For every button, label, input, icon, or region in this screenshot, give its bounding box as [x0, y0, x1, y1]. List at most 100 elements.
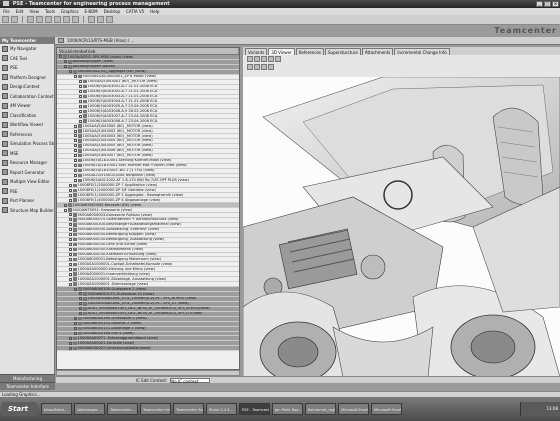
expand-icon[interactable] — [79, 80, 82, 84]
expand-icon[interactable] — [69, 346, 72, 350]
expand-icon[interactable] — [69, 341, 72, 345]
expand-icon[interactable] — [69, 257, 72, 261]
expand-icon[interactable] — [69, 70, 72, 74]
expand-icon[interactable] — [69, 228, 72, 232]
nav-item[interactable]: Structure Map Builder — [0, 206, 54, 216]
expand-icon[interactable] — [74, 134, 77, 138]
nav-section-manufacturing[interactable]: Manufacturing — [0, 374, 55, 382]
nav-item[interactable]: Part Planner — [0, 196, 54, 206]
start-button[interactable]: Start — [2, 402, 39, 416]
expand-icon[interactable] — [79, 292, 82, 296]
shade-icon[interactable] — [247, 64, 253, 70]
expand-icon[interactable] — [69, 277, 72, 281]
expand-icon[interactable] — [74, 331, 77, 335]
pan-icon[interactable] — [254, 56, 260, 62]
rotate-icon[interactable] — [247, 56, 253, 62]
nav-item[interactable]: Platform Designer — [0, 73, 54, 83]
nav-item[interactable]: Multiple View Editor — [0, 177, 54, 187]
expand-icon[interactable] — [79, 297, 82, 301]
expand-icon[interactable] — [79, 302, 82, 306]
nav-item[interactable]: Simulation Process Studio — [0, 139, 54, 149]
expand-icon[interactable] — [74, 178, 77, 182]
expand-icon[interactable] — [79, 104, 82, 108]
taskbar-button[interactable]: Jtsinternet_regist... — [305, 403, 336, 415]
nav-item[interactable]: 4M Viewer — [0, 101, 54, 111]
menu-desktop[interactable]: Desktop — [104, 8, 121, 15]
nav-item[interactable]: PSE — [0, 187, 54, 197]
expand-icon[interactable] — [69, 183, 72, 187]
expand-icon[interactable] — [69, 188, 72, 192]
taskbar-button[interactable]: Teamcenter Sa... — [173, 403, 204, 415]
expand-icon[interactable] — [69, 233, 72, 237]
back-icon[interactable] — [2, 16, 9, 23]
nav-item[interactable]: References — [0, 130, 54, 140]
expand-icon[interactable] — [74, 129, 77, 133]
paste-icon[interactable] — [72, 16, 79, 23]
taskbar-button[interactable]: Volkswagen ... — [74, 403, 105, 415]
expand-icon[interactable] — [79, 109, 82, 113]
nav-item[interactable]: MSE — [0, 149, 54, 159]
expand-icon[interactable] — [74, 322, 77, 326]
expand-icon[interactable] — [79, 90, 82, 94]
expand-icon[interactable] — [69, 248, 72, 252]
wireframe-icon[interactable] — [254, 64, 260, 70]
expand-icon[interactable] — [69, 238, 72, 242]
expand-icon[interactable] — [64, 60, 67, 64]
refresh-icon[interactable] — [97, 16, 104, 23]
expand-icon[interactable] — [74, 169, 77, 173]
nav-section-interface[interactable]: Teamcenter Interface — [0, 382, 55, 390]
open-icon[interactable] — [36, 16, 43, 23]
minimize-button[interactable]: _ — [536, 1, 543, 7]
expand-icon[interactable] — [69, 282, 72, 286]
measure-icon[interactable] — [261, 64, 267, 70]
taskbar-button[interactable]: Microsoft Excel... — [338, 403, 369, 415]
search-icon[interactable] — [88, 16, 95, 23]
tree-row[interactable]: 5000A6000007-Umsetzungsbatter(view) — [57, 346, 239, 352]
expand-icon[interactable] — [64, 203, 67, 207]
menu-edit[interactable]: Edit — [16, 8, 24, 15]
taskbar-button[interactable]: PSE - Teamcent... — [239, 403, 270, 415]
expand-icon[interactable] — [69, 243, 72, 247]
expand-icon[interactable] — [79, 119, 82, 123]
maximize-button[interactable]: □ — [544, 1, 551, 7]
menu-graphics[interactable]: Graphics — [61, 8, 79, 15]
pin-icon[interactable] — [58, 38, 64, 43]
menu-file[interactable]: File — [3, 8, 10, 15]
menu-help[interactable]: Help — [150, 8, 159, 15]
expand-icon[interactable] — [74, 75, 77, 79]
expand-icon[interactable] — [79, 114, 82, 118]
tab-attachments[interactable]: Attachments — [361, 48, 394, 55]
copy-icon[interactable] — [63, 16, 70, 23]
ic-context-field[interactable]: No IC context — [170, 377, 211, 384]
nav-item[interactable]: PSE — [0, 63, 54, 73]
expand-icon[interactable] — [79, 307, 82, 311]
taskbar-button[interactable]: Teamcenter for... — [140, 403, 171, 415]
expand-icon[interactable] — [69, 272, 72, 276]
expand-icon[interactable] — [74, 154, 77, 158]
taskbar-button[interactable]: Teamcenter ... — [107, 403, 138, 415]
tab-variants[interactable]: Variants — [245, 48, 268, 55]
tab-incremental-change[interactable]: Incremental Change Info — [394, 48, 450, 55]
nav-item[interactable]: Workflow Viewer — [0, 120, 54, 130]
expand-icon[interactable] — [69, 193, 72, 197]
menu-catia[interactable]: CATIA V5 — [126, 8, 144, 15]
fit-icon[interactable] — [268, 56, 274, 62]
section-icon[interactable] — [275, 56, 281, 62]
forward-icon[interactable] — [11, 16, 18, 23]
expand-icon[interactable] — [74, 327, 77, 331]
nav-item[interactable]: Report Generator — [0, 168, 54, 178]
taskbar-button[interactable]: Inbox/Nach... — [41, 403, 72, 415]
close-button[interactable]: × — [552, 1, 559, 7]
expand-icon[interactable] — [74, 139, 77, 143]
menu-ebom[interactable]: E-BOM — [84, 8, 97, 15]
expand-icon[interactable] — [69, 213, 72, 217]
expand-icon[interactable] — [69, 198, 72, 202]
nav-item[interactable]: Classification — [0, 111, 54, 121]
expand-icon[interactable] — [74, 124, 77, 128]
expand-icon[interactable] — [74, 159, 77, 163]
nav-item[interactable]: Resource Manager — [0, 158, 54, 168]
expand-icon[interactable] — [74, 317, 77, 321]
tab-3d-viewer[interactable]: 3D Viewer — [268, 48, 295, 55]
menu-tools[interactable]: Tools — [45, 8, 55, 15]
expand-icon[interactable] — [69, 218, 72, 222]
